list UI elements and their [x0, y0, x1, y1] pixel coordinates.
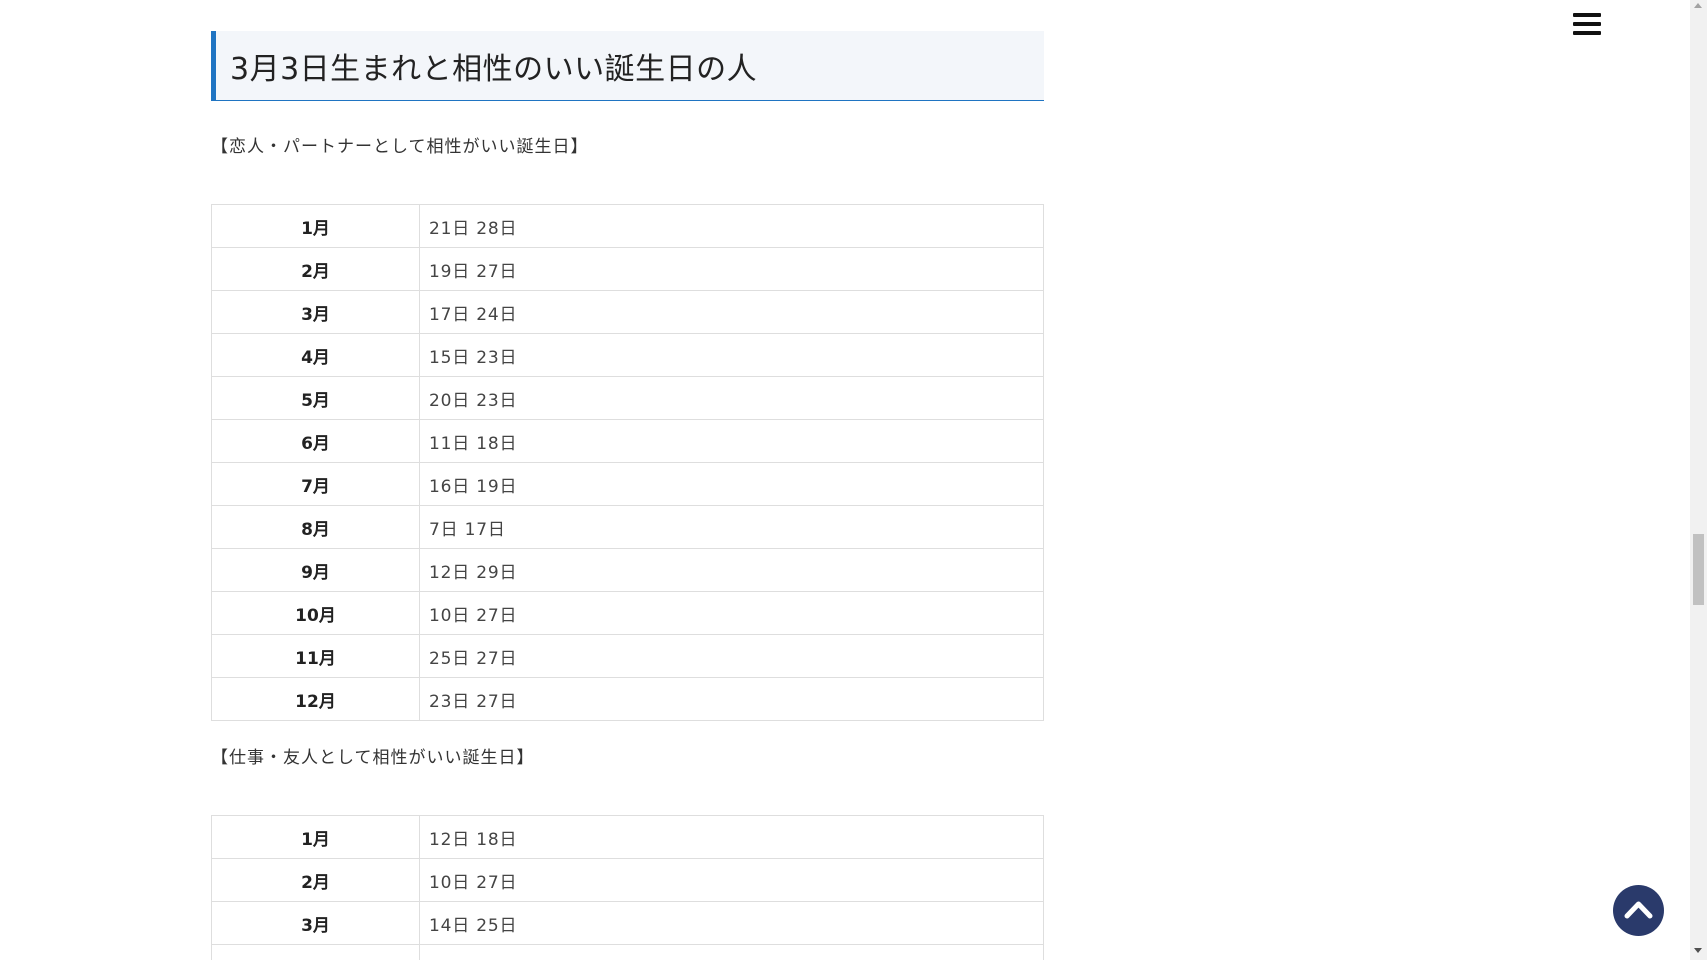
table-row: 12月 23日 27日: [211, 677, 1044, 721]
table-row: 4月 15日 23日: [211, 333, 1044, 377]
days-cell: 11日 18日: [419, 419, 1044, 463]
days-cell: 7日 17日: [419, 505, 1044, 549]
vertical-scrollbar[interactable]: [1690, 0, 1707, 960]
days-cell: 10日 27日: [419, 591, 1044, 635]
menu-bar: [1573, 31, 1601, 35]
table-row: 6月 11日 18日: [211, 419, 1044, 463]
days-cell: 12日 29日: [419, 548, 1044, 592]
days-cell: 14日 25日: [419, 901, 1044, 945]
days-cell: 12日 18日: [419, 815, 1044, 859]
table-row: 1月 12日 18日: [211, 815, 1044, 859]
month-cell: 4月: [211, 944, 420, 960]
table-row: 4月 13日 18日: [211, 944, 1044, 960]
month-cell: 8月: [211, 505, 420, 549]
table-row: 7月 16日 19日: [211, 462, 1044, 506]
month-cell: 5月: [211, 376, 420, 420]
table-row: 3月 17日 24日: [211, 290, 1044, 334]
month-cell: 1月: [211, 815, 420, 859]
lover-compatibility-subheading: 【恋人・パートナーとして相性がいい誕生日】: [211, 137, 589, 157]
month-cell: 3月: [211, 290, 420, 334]
table-row: 10月 10日 27日: [211, 591, 1044, 635]
days-cell: 20日 23日: [419, 376, 1044, 420]
hamburger-menu-icon[interactable]: [1573, 13, 1601, 35]
days-cell: 21日 28日: [419, 204, 1044, 248]
days-cell: 17日 24日: [419, 290, 1044, 334]
days-cell: 10日 27日: [419, 858, 1044, 902]
days-cell: 19日 27日: [419, 247, 1044, 291]
month-cell: 2月: [211, 247, 420, 291]
month-cell: 12月: [211, 677, 420, 721]
month-cell: 4月: [211, 333, 420, 377]
table-row: 3月 14日 25日: [211, 901, 1044, 945]
month-cell: 3月: [211, 901, 420, 945]
work-friend-compatibility-subheading: 【仕事・友人として相性がいい誕生日】: [211, 748, 535, 768]
days-cell: 25日 27日: [419, 634, 1044, 678]
month-cell: 11月: [211, 634, 420, 678]
month-cell: 7月: [211, 462, 420, 506]
menu-bar: [1573, 13, 1601, 17]
table-row: 2月 10日 27日: [211, 858, 1044, 902]
month-cell: 1月: [211, 204, 420, 248]
month-cell: 9月: [211, 548, 420, 592]
month-cell: 10月: [211, 591, 420, 635]
chevron-up-icon: [1624, 901, 1653, 919]
scrollbar-thumb[interactable]: [1693, 534, 1704, 605]
lover-compatibility-table: 1月 21日 28日 2月 19日 27日 3月 17日 24日 4月 15日 …: [211, 204, 1044, 721]
scroll-up-arrow-icon[interactable]: [1694, 3, 1702, 8]
days-cell: 15日 23日: [419, 333, 1044, 377]
section-heading: 3月3日生まれと相性のいい誕生日の人: [211, 31, 1044, 101]
page: 3月3日生まれと相性のいい誕生日の人 【恋人・パートナーとして相性がいい誕生日】…: [0, 0, 1707, 960]
table-row: 9月 12日 29日: [211, 548, 1044, 592]
table-row: 11月 25日 27日: [211, 634, 1044, 678]
month-cell: 6月: [211, 419, 420, 463]
work-friend-compatibility-table: 1月 12日 18日 2月 10日 27日 3月 14日 25日 4月 13日 …: [211, 815, 1044, 960]
table-row: 5月 20日 23日: [211, 376, 1044, 420]
table-row: 2月 19日 27日: [211, 247, 1044, 291]
table-row: 8月 7日 17日: [211, 505, 1044, 549]
article-content: 3月3日生まれと相性のいい誕生日の人 【恋人・パートナーとして相性がいい誕生日】…: [211, 31, 1044, 960]
days-cell: 13日 18日: [419, 944, 1044, 960]
month-cell: 2月: [211, 858, 420, 902]
days-cell: 16日 19日: [419, 462, 1044, 506]
table-row: 1月 21日 28日: [211, 204, 1044, 248]
days-cell: 23日 27日: [419, 677, 1044, 721]
back-to-top-button[interactable]: [1613, 885, 1664, 936]
scroll-down-arrow-icon[interactable]: [1694, 948, 1702, 953]
menu-bar: [1573, 22, 1601, 26]
